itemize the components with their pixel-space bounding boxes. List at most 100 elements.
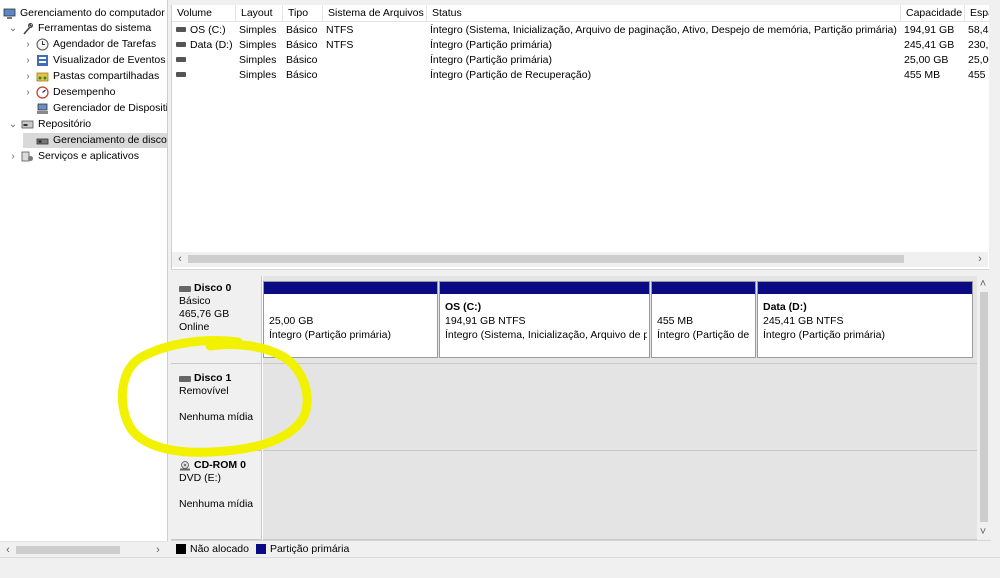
partition-name: Data (D:) xyxy=(763,301,807,313)
navigation-tree: Gerenciamento do computador (Local) ⌄ Fe… xyxy=(0,0,168,541)
cell-capacidade: 455 MB xyxy=(904,69,941,81)
volume-icon xyxy=(176,26,186,32)
disk-type: DVD (E:) xyxy=(179,472,221,484)
tree-item-visualizador[interactable]: › Visualizador de Eventos xyxy=(23,53,165,68)
chevron-down-icon[interactable]: ⌄ xyxy=(8,21,18,36)
chevron-right-icon[interactable]: › xyxy=(23,53,33,68)
disk-icon xyxy=(179,375,191,382)
disk-row-disco-1[interactable]: Disco 1 Removível Nenhuma mídia xyxy=(171,364,977,451)
cell-sistema-arquivos: NTFS xyxy=(326,24,354,36)
cell-capacidade: 245,41 GB xyxy=(904,39,955,51)
tree-item-label: Serviços e aplicativos xyxy=(38,150,139,162)
tree-item-label: Visualizador de Eventos xyxy=(53,54,166,66)
table-row[interactable]: Simples Básico Íntegro (Partição de Recu… xyxy=(172,68,989,83)
partition-text: 25,00 GB Íntegro (Partição primária) xyxy=(269,300,435,342)
table-row[interactable]: OS (C:) Simples Básico NTFS Íntegro (Sis… xyxy=(172,23,989,38)
scroll-down-icon[interactable]: ˅ xyxy=(976,524,990,540)
cell-espaco-livre: 25,00 GB xyxy=(968,54,989,66)
cell-status: Íntegro (Partição primária) xyxy=(430,39,552,51)
disk-row-cdrom-0[interactable]: CD-ROM 0 DVD (E:) Nenhuma mídia xyxy=(171,451,977,540)
cell-status: Íntegro (Partição primária) xyxy=(430,54,552,66)
column-header-espaco-livre[interactable]: Espaço livre xyxy=(965,5,989,22)
column-header-volume[interactable]: Volume xyxy=(172,5,236,22)
table-row[interactable]: Simples Básico Íntegro (Partição primári… xyxy=(172,53,989,68)
disk-row-disco-0[interactable]: Disco 0 Básico 465,76 GB Online 25,00 GB… xyxy=(171,276,977,364)
scroll-thumb[interactable] xyxy=(980,292,988,522)
partition-status: Íntegro (Partição primária) xyxy=(269,329,391,341)
chevron-right-icon[interactable]: › xyxy=(23,69,33,84)
disk-size: 465,76 GB xyxy=(179,308,230,320)
partition-size: 455 MB xyxy=(657,315,694,327)
tree-item-label: Pastas compartilhadas xyxy=(53,70,160,82)
scroll-left-icon[interactable]: ‹ xyxy=(0,542,16,558)
tree-item-pastas[interactable]: › Pastas compartilhadas xyxy=(23,69,159,84)
partition-size: 194,91 GB NTFS xyxy=(445,315,526,327)
scroll-up-icon[interactable]: ˄ xyxy=(976,276,990,292)
scroll-thumb[interactable] xyxy=(16,546,120,554)
column-header-layout[interactable]: Layout xyxy=(236,5,283,22)
partition-name xyxy=(269,300,435,314)
legend-item-unallocated: Não alocado xyxy=(176,543,249,555)
disk-info[interactable]: CD-ROM 0 DVD (E:) Nenhuma mídia xyxy=(171,451,262,540)
tree-horizontal-scrollbar[interactable]: ‹ › xyxy=(0,541,168,557)
tree-item-label: Agendador de Tarefas xyxy=(53,38,157,50)
partition-size: 25,00 GB xyxy=(269,315,314,327)
tree-item-repositorio[interactable]: ⌄ Repositório xyxy=(8,117,91,132)
legend-item-primary: Partição primária xyxy=(255,543,349,555)
disk-size xyxy=(179,485,261,498)
chevron-right-icon[interactable]: › xyxy=(8,149,18,164)
tree-item-label: Gerenciamento de disco xyxy=(53,134,167,146)
column-header-status[interactable]: Status xyxy=(427,5,901,22)
chevron-right-icon[interactable]: › xyxy=(23,85,33,100)
partition-status: Íntegro (Sistema, Inicialização, Arquivo… xyxy=(445,329,647,341)
volume-horizontal-scrollbar[interactable]: ‹ › xyxy=(172,252,988,267)
tree-item-gerenciamento-disco[interactable]: Gerenciamento de disco xyxy=(23,133,167,148)
legend-label: Não alocado xyxy=(190,542,249,555)
disk-state: Nenhuma mídia xyxy=(179,411,254,423)
primary-partition-bar xyxy=(652,282,755,294)
scroll-left-icon[interactable]: ‹ xyxy=(172,251,188,267)
cell-sistema-arquivos: NTFS xyxy=(326,39,354,51)
disk-name-label: Disco 1 xyxy=(194,372,232,384)
pane-splitter[interactable] xyxy=(171,269,989,275)
chevron-right-icon[interactable]: › xyxy=(23,37,33,52)
column-header-sistema-arquivos[interactable]: Sistema de Arquivos xyxy=(323,5,427,22)
partition-unnamed-25gb[interactable]: 25,00 GB Íntegro (Partição primária) xyxy=(263,281,438,358)
column-header-tipo[interactable]: Tipo xyxy=(283,5,323,22)
tree-root[interactable]: Gerenciamento do computador (Local) xyxy=(3,6,167,21)
tree-item-servicos[interactable]: › Serviços e aplicativos xyxy=(8,149,139,164)
tree-item-desempenho[interactable]: › Desempenho xyxy=(23,85,115,100)
disk-partitions-area: 25,00 GB Íntegro (Partição primária) OS … xyxy=(263,276,977,364)
tree-item-ferramentas[interactable]: ⌄ Ferramentas do sistema xyxy=(8,21,151,36)
disk-type: Básico xyxy=(179,295,211,307)
disk-info[interactable]: Disco 1 Removível Nenhuma mídia xyxy=(171,364,262,451)
partition-text: 455 MB Íntegro (Partição de Recuperação) xyxy=(657,300,753,342)
cell-layout: Simples xyxy=(239,54,277,66)
disk-info[interactable]: Disco 0 Básico 465,76 GB Online xyxy=(171,276,262,364)
cell-espaco-livre: 230,96 GB xyxy=(968,39,989,51)
cell-espaco-livre: 58,42 GB xyxy=(968,24,989,36)
partition-recovery[interactable]: 455 MB Íntegro (Partição de Recuperação) xyxy=(651,281,756,358)
column-header-capacidade[interactable]: Capacidade xyxy=(901,5,965,22)
table-row[interactable]: Data (D:) Simples Básico NTFS Íntegro (P… xyxy=(172,38,989,53)
cell-layout: Simples xyxy=(239,39,277,51)
status-bar xyxy=(0,557,1000,578)
tree-item-label: Gerenciador de Dispositivos xyxy=(53,102,168,114)
partition-data-d[interactable]: Data (D:) 245,41 GB NTFS Íntegro (Partiç… xyxy=(757,281,973,358)
chevron-down-icon[interactable]: ⌄ xyxy=(8,117,18,132)
tree-item-label: Desempenho xyxy=(53,86,116,98)
disk-name: Disco 1 xyxy=(179,372,261,385)
performance-icon xyxy=(36,86,49,99)
scroll-thumb[interactable] xyxy=(188,255,904,263)
tree-item-dispositivos[interactable]: Gerenciador de Dispositivos xyxy=(23,101,168,116)
scroll-right-icon[interactable]: › xyxy=(150,542,166,558)
disk-view-vertical-scrollbar[interactable]: ˄ ˅ xyxy=(977,276,991,540)
volume-list: Volume Layout Tipo Sistema de Arquivos S… xyxy=(171,5,989,269)
tree-item-agendador[interactable]: › Agendador de Tarefas xyxy=(23,37,156,52)
storage-icon xyxy=(21,118,34,131)
scroll-right-icon[interactable]: › xyxy=(972,251,988,267)
cell-espaco-livre: 455 MB xyxy=(968,69,989,81)
partition-os-c[interactable]: OS (C:) 194,91 GB NTFS Íntegro (Sistema,… xyxy=(439,281,650,358)
cell-status: Íntegro (Sistema, Inicialização, Arquivo… xyxy=(430,24,897,36)
partition-status: Íntegro (Partição de Recuperação) xyxy=(657,329,753,341)
